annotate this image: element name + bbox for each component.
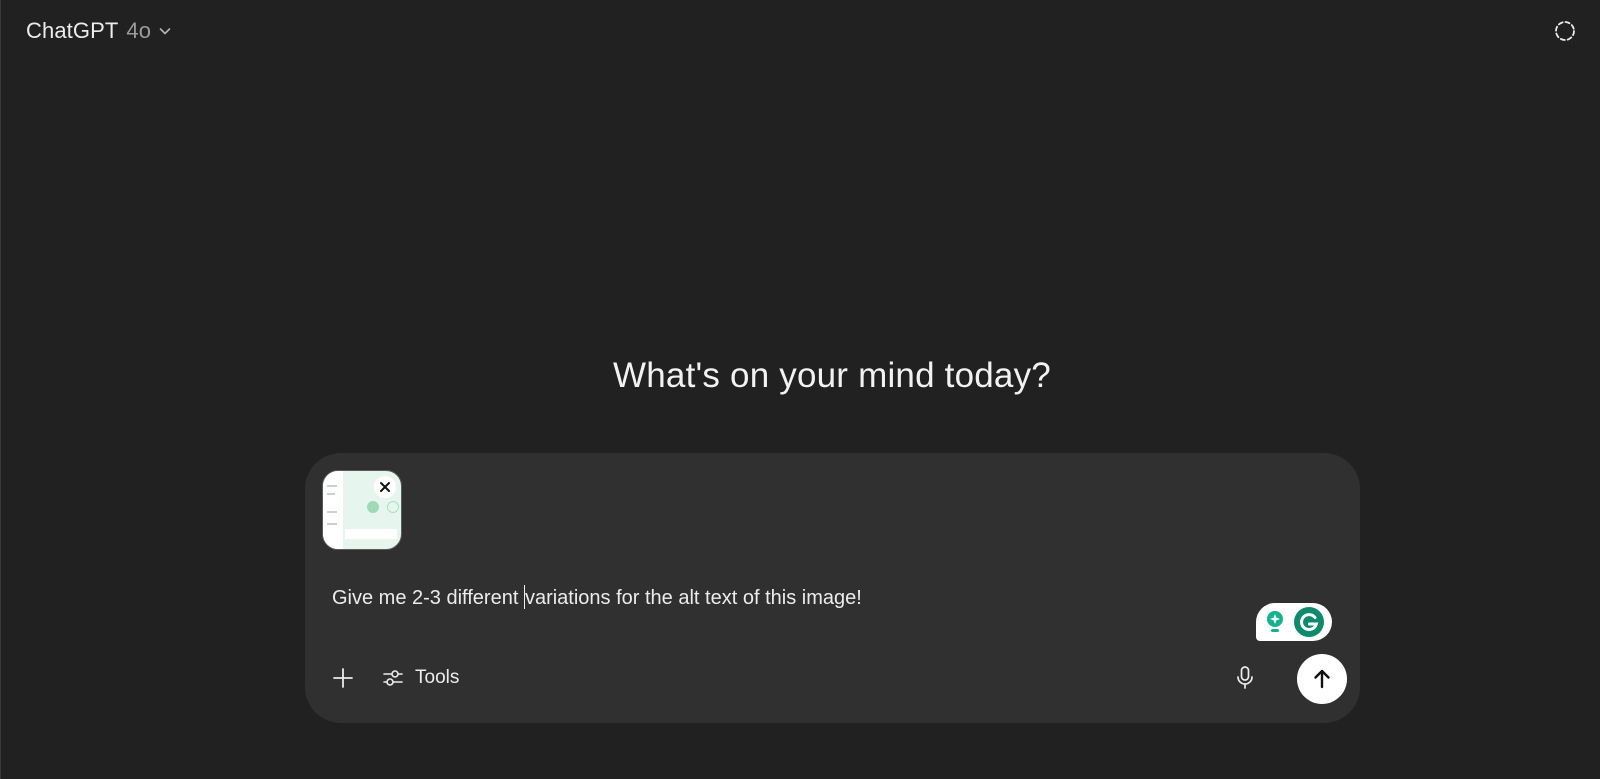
dashed-circle-icon xyxy=(1553,19,1577,43)
grammarly-icon xyxy=(1293,606,1325,638)
add-attachment-button[interactable] xyxy=(325,660,361,696)
chevron-down-icon xyxy=(157,23,173,39)
thumbnail-detail xyxy=(327,493,335,495)
model-selector[interactable]: ChatGPT 4o xyxy=(18,13,181,49)
chat-app: ChatGPT 4o What's on your mind today? Gi… xyxy=(0,0,1600,779)
arrow-up-icon xyxy=(1310,667,1334,691)
prompt-text-end: variations for the alt text of this imag… xyxy=(524,587,862,609)
microphone-icon xyxy=(1233,665,1257,691)
temporary-chat-button[interactable] xyxy=(1548,14,1582,48)
grammarly-widget[interactable] xyxy=(1256,603,1332,641)
dictate-button[interactable] xyxy=(1227,660,1263,696)
thumbnail-detail xyxy=(327,485,337,487)
prompt-input[interactable]: Give me 2-3 different variations for the… xyxy=(332,585,862,610)
remove-attachment-button[interactable] xyxy=(374,476,396,498)
message-composer: Give me 2-3 different variations for the… xyxy=(305,453,1360,723)
tools-label: Tools xyxy=(415,667,460,688)
lightbulb-icon xyxy=(1263,609,1287,635)
close-icon xyxy=(378,480,392,494)
thumbnail-detail xyxy=(327,523,337,525)
sliders-icon xyxy=(381,666,405,690)
model-name: ChatGPT xyxy=(26,18,119,43)
tools-button[interactable]: Tools xyxy=(377,660,465,696)
thumbnail-detail xyxy=(327,511,337,513)
model-version: 4o xyxy=(126,18,152,43)
page-title: What's on your mind today? xyxy=(613,356,1051,395)
composer-toolbar: Tools xyxy=(325,660,465,696)
send-button[interactable] xyxy=(1297,654,1347,704)
thumbnail-detail xyxy=(387,501,399,513)
prompt-text-start: Give me 2-3 different xyxy=(332,587,524,609)
thumbnail-detail xyxy=(367,501,379,513)
thumbnail-detail xyxy=(345,529,397,539)
plus-icon xyxy=(331,666,355,690)
image-attachment[interactable] xyxy=(322,470,402,550)
